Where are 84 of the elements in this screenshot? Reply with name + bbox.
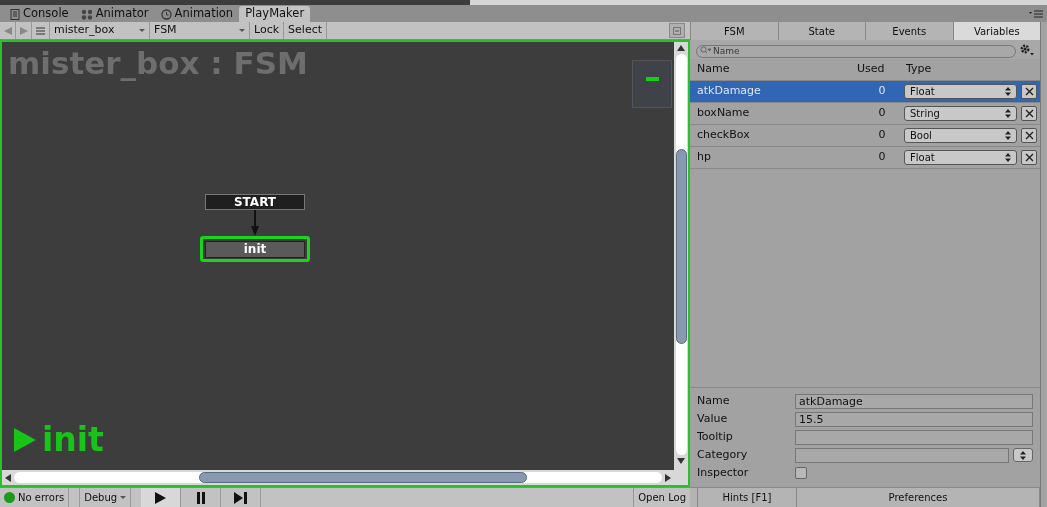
category-field[interactable] xyxy=(795,447,1009,463)
variable-row[interactable]: hp 0 Float xyxy=(690,147,1040,169)
type-dropdown[interactable]: Float xyxy=(904,150,1017,165)
active-state-label: init xyxy=(42,423,104,456)
type-dropdown[interactable]: Float xyxy=(904,84,1017,99)
field-label: Value xyxy=(697,410,729,427)
used-count: 0 xyxy=(877,83,887,100)
variable-row[interactable]: checkBox 0 Bool xyxy=(690,125,1040,147)
column-header: Type xyxy=(906,61,932,78)
field-label: Name xyxy=(697,392,731,409)
updown-icon xyxy=(1005,87,1011,96)
hints-button[interactable]: Hints [F1] xyxy=(697,488,797,507)
window-tab[interactable]: Animation xyxy=(154,6,240,22)
updown-icon xyxy=(1005,109,1011,118)
variable-name: atkDamage xyxy=(697,83,762,100)
used-count: 0 xyxy=(877,105,887,122)
close-icon xyxy=(1024,87,1034,96)
variable-row[interactable]: boxName 0 String xyxy=(690,103,1040,125)
tooltip-field[interactable] xyxy=(795,429,1033,445)
toolbar-button[interactable]: Lock xyxy=(250,22,285,39)
type-dropdown[interactable]: String xyxy=(904,106,1017,121)
delete-button[interactable] xyxy=(1021,106,1037,121)
variable-row[interactable]: atkDamage 0 Float xyxy=(690,81,1040,103)
clock-icon xyxy=(160,8,172,20)
used-count: 0 xyxy=(877,149,887,166)
window-tab[interactable]: Console xyxy=(4,6,75,22)
horizontal-scrollbar[interactable] xyxy=(2,470,674,485)
field-label: Category xyxy=(697,446,749,463)
type-dropdown[interactable]: Bool xyxy=(904,128,1017,143)
pause-icon xyxy=(195,491,206,504)
menu-icon[interactable] xyxy=(1029,10,1043,18)
toolbar-button[interactable]: Select xyxy=(284,22,328,39)
column-header: Used xyxy=(857,61,886,78)
transition-arrow xyxy=(250,210,260,236)
scroll-left-icon[interactable] xyxy=(5,473,11,482)
variable-name: boxName xyxy=(697,105,751,122)
start-node[interactable]: START xyxy=(205,194,305,210)
minimap xyxy=(632,60,672,108)
scroll-up-icon[interactable] xyxy=(677,45,685,51)
field-label: Inspector xyxy=(697,464,750,481)
close-icon xyxy=(1024,131,1034,140)
document-icon xyxy=(10,8,20,20)
window-tab[interactable]: Animator xyxy=(74,6,155,22)
step-forward-icon xyxy=(234,491,248,504)
play-icon xyxy=(155,491,167,504)
nodes-icon xyxy=(80,8,93,20)
close-icon xyxy=(1024,109,1034,118)
used-count: 0 xyxy=(877,127,887,144)
field-label: Tooltip xyxy=(697,428,734,445)
window-tab[interactable]: PlayMaker xyxy=(239,6,311,22)
error-status: No errors xyxy=(18,491,65,505)
fsm-dropdown[interactable]: FSM xyxy=(150,22,250,39)
left-arrow-icon xyxy=(3,26,12,35)
vertical-scrollbar[interactable] xyxy=(674,42,688,485)
panel-tab[interactable]: Variables xyxy=(952,22,1040,40)
updown-icon xyxy=(1020,450,1026,460)
right-arrow-icon xyxy=(19,26,28,35)
state-node[interactable]: init xyxy=(200,236,310,262)
variable-name: hp xyxy=(697,149,712,166)
updown-icon xyxy=(1005,153,1011,162)
play-icon xyxy=(14,427,36,452)
list-icon xyxy=(36,26,45,35)
variable-name-input[interactable]: atkDamage xyxy=(795,393,1033,409)
search-icon xyxy=(700,45,711,54)
minimap-icon xyxy=(673,26,681,35)
delete-button[interactable] xyxy=(1021,84,1037,99)
column-header: Name xyxy=(697,61,731,78)
close-icon xyxy=(1024,153,1034,162)
inspector-checkbox[interactable] xyxy=(795,467,807,479)
delete-button[interactable] xyxy=(1021,128,1037,143)
owner-dropdown[interactable]: mister_box xyxy=(50,22,150,39)
scroll-down-icon[interactable] xyxy=(677,458,685,464)
status-ok-icon xyxy=(4,492,15,503)
play-button[interactable] xyxy=(141,488,182,507)
scroll-right-icon[interactable] xyxy=(665,473,671,482)
settings-icon[interactable] xyxy=(1020,43,1034,56)
category-dropdown[interactable] xyxy=(1013,448,1033,462)
delete-button[interactable] xyxy=(1021,150,1037,165)
value-field[interactable]: 15.5 xyxy=(795,411,1033,427)
search-field[interactable]: Name xyxy=(696,45,1016,59)
variable-name: checkBox xyxy=(697,127,751,144)
updown-icon xyxy=(1005,131,1011,140)
minimap-toggle-button[interactable] xyxy=(669,23,685,38)
debug-dropdown[interactable]: Debug xyxy=(79,488,132,507)
